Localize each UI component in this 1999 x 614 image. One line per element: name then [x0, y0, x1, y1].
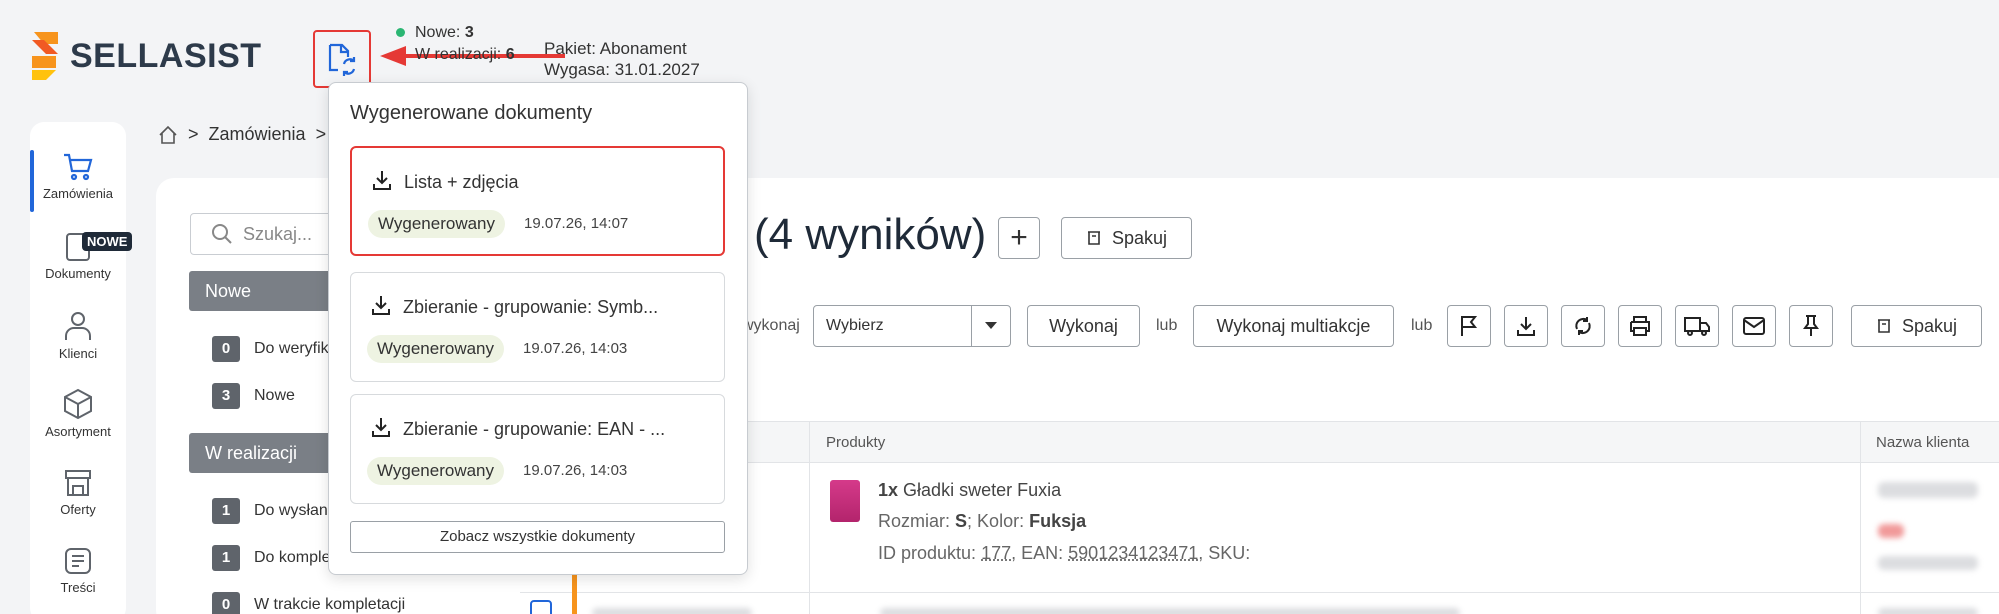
download-button[interactable] [1504, 305, 1548, 347]
shipping-button[interactable] [1675, 305, 1719, 347]
cart-icon [62, 152, 94, 182]
sellasist-logo-icon [28, 30, 62, 82]
breadcrumb-orders[interactable]: Zamówienia [209, 124, 306, 145]
subscription-info: Pakiet: Abonament Wygasa: 31.01.2027 [544, 38, 700, 80]
sidebar-item-assortment[interactable]: Asortyment [30, 388, 126, 439]
page-title: (4 wyników) [754, 210, 986, 260]
filter-search-input[interactable]: Szukaj... [190, 213, 340, 255]
filter-item[interactable]: 1 Do komple [212, 545, 330, 571]
add-order-button[interactable]: + [998, 217, 1040, 259]
document-card[interactable]: Zbieranie - grupowanie: Symb... Wygenero… [350, 272, 725, 382]
print-button[interactable] [1618, 305, 1662, 347]
column-products[interactable]: Produkty [826, 434, 885, 451]
content-icon [63, 546, 93, 576]
status-badge: Wygenerowany [367, 457, 504, 485]
row-status-indicator [572, 572, 577, 614]
status-badge: Wygenerowany [368, 210, 505, 238]
document-card[interactable]: Lista + zdjęcia Wygenerowany 19.07.26, 1… [350, 146, 725, 256]
product-ids-line: ID produktu: 177, EAN: 5901234123471, SK… [878, 543, 1250, 564]
sidebar-item-orders[interactable]: Zamówienia [30, 152, 126, 201]
app-logo[interactable]: SELLASIST [28, 30, 262, 82]
filter-item[interactable]: 0W trakcie kompletacji [212, 592, 405, 614]
truck-icon [1683, 315, 1711, 337]
pin-button[interactable] [1789, 305, 1833, 347]
sidebar-item-offers[interactable]: Oferty [30, 468, 126, 517]
sync-icon [1572, 315, 1594, 337]
row2-date-blurred [592, 608, 752, 614]
row2-client-blurred [1878, 608, 1978, 614]
expiry-line: Wygasa: 31.01.2027 [544, 59, 700, 80]
flag-icon [1459, 315, 1479, 337]
flag-button[interactable] [1447, 305, 1491, 347]
breadcrumb: > Zamówienia > [158, 124, 326, 145]
download-icon [369, 415, 393, 439]
row-checkbox[interactable] [530, 600, 552, 614]
column-client-name[interactable]: Nazwa klienta [1876, 434, 1969, 451]
filter-item[interactable]: 0 Do weryfik [212, 336, 329, 362]
product-variant-line: Rozmiar: S; Kolor: Fuksja [878, 511, 1086, 532]
select-divider [971, 306, 972, 346]
status-badge: Wygenerowany [367, 335, 504, 363]
document-card[interactable]: Zbieranie - grupowanie: EAN - ... Wygene… [350, 394, 725, 504]
status-in-progress[interactable]: W realizacji: 6 [396, 44, 515, 66]
download-icon [370, 168, 394, 192]
or-label: lub [1411, 317, 1432, 335]
client-tag-blurred [1878, 524, 1904, 538]
row-divider [520, 592, 1999, 593]
multiaction-button[interactable]: Wykonaj multiakcje [1193, 305, 1394, 347]
user-icon [63, 310, 93, 342]
filter-item[interactable]: 3 Nowe [212, 383, 295, 409]
email-button[interactable] [1732, 305, 1776, 347]
mail-icon [1742, 316, 1766, 336]
document-date: 19.07.26, 14:03 [523, 340, 627, 357]
pack-icon [1876, 318, 1892, 334]
document-date: 19.07.26, 14:07 [524, 215, 628, 232]
pin-icon [1802, 314, 1820, 338]
chevron-down-icon [985, 322, 997, 330]
action-select[interactable]: Wybierz [813, 305, 1011, 347]
app-name: SELLASIST [70, 37, 262, 76]
product-name-line[interactable]: 1x Gładki sweter Fuxia [878, 480, 1061, 501]
or-label: lub [1156, 317, 1177, 335]
pack-button-2[interactable]: Spakuj [1851, 305, 1982, 347]
shop-icon [63, 468, 93, 498]
download-icon [1515, 315, 1537, 337]
execute-button[interactable]: Wykonaj [1027, 305, 1140, 347]
download-icon [369, 293, 393, 317]
client-email-blurred [1878, 556, 1978, 570]
product-thumbnail[interactable] [830, 480, 860, 522]
printer-icon [1628, 315, 1652, 337]
sync-button[interactable] [1561, 305, 1605, 347]
column-divider [809, 421, 810, 614]
status-dot-icon [396, 28, 405, 37]
home-icon[interactable] [158, 125, 178, 145]
search-icon [211, 223, 233, 245]
breadcrumb-separator: > [188, 124, 199, 145]
see-all-documents-button[interactable]: Zobacz wszystkie dokumenty [350, 521, 725, 553]
document-refresh-icon [326, 42, 358, 76]
pack-icon [1086, 230, 1102, 246]
row2-product-blurred [880, 608, 1460, 614]
sidebar-item-clients[interactable]: Klienci [30, 310, 126, 361]
generated-documents-button[interactable] [313, 30, 371, 88]
filter-group-new[interactable]: Nowe [189, 271, 339, 311]
client-name-blurred [1878, 482, 1978, 498]
breadcrumb-separator-2: > [316, 124, 327, 145]
popup-title: Wygenerowane dokumenty [350, 102, 592, 125]
filter-item[interactable]: 1 Do wysłan [212, 498, 328, 524]
column-divider [1860, 421, 1861, 614]
status-new[interactable]: Nowe: 3 [396, 22, 515, 44]
document-date: 19.07.26, 14:03 [523, 462, 627, 479]
box-icon [63, 388, 93, 420]
package-line: Pakiet: Abonament [544, 38, 700, 59]
order-status-summary: Nowe: 3 W realizacji: 6 [396, 22, 515, 66]
sidebar-item-content[interactable]: Treści [30, 546, 126, 595]
new-badge: NOWE [82, 232, 132, 251]
pack-button[interactable]: Spakuj [1061, 217, 1192, 259]
filter-group-in-progress[interactable]: W realizacji [189, 433, 339, 473]
execute-label: wykonaj [742, 317, 800, 335]
